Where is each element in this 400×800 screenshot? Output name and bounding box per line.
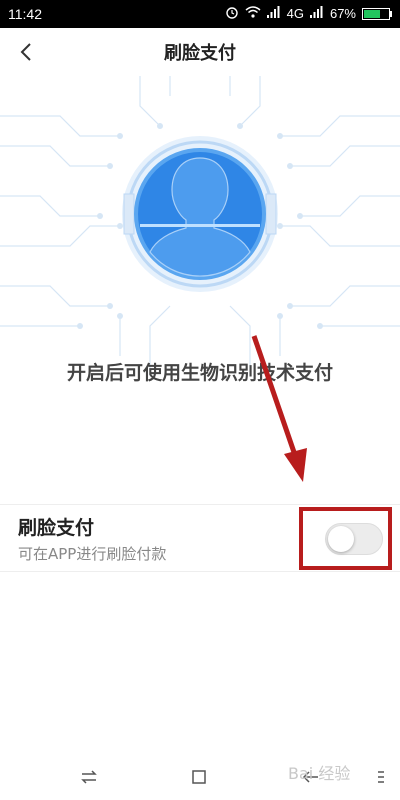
nav-recent-button[interactable] <box>76 764 102 790</box>
annotation-arrow <box>251 335 307 482</box>
square-icon <box>192 770 206 784</box>
setting-title: 刷脸支付 <box>18 517 95 539</box>
annotation-highlight-box <box>299 507 392 570</box>
menu-icon <box>378 771 384 783</box>
nav-menu-button[interactable] <box>368 764 394 790</box>
watermark: Bai 经验 <box>288 764 351 783</box>
setting-subtitle: 可在APP进行刷脸付款 <box>18 545 167 563</box>
nav-home-button[interactable] <box>186 764 212 790</box>
swap-icon <box>81 770 97 784</box>
